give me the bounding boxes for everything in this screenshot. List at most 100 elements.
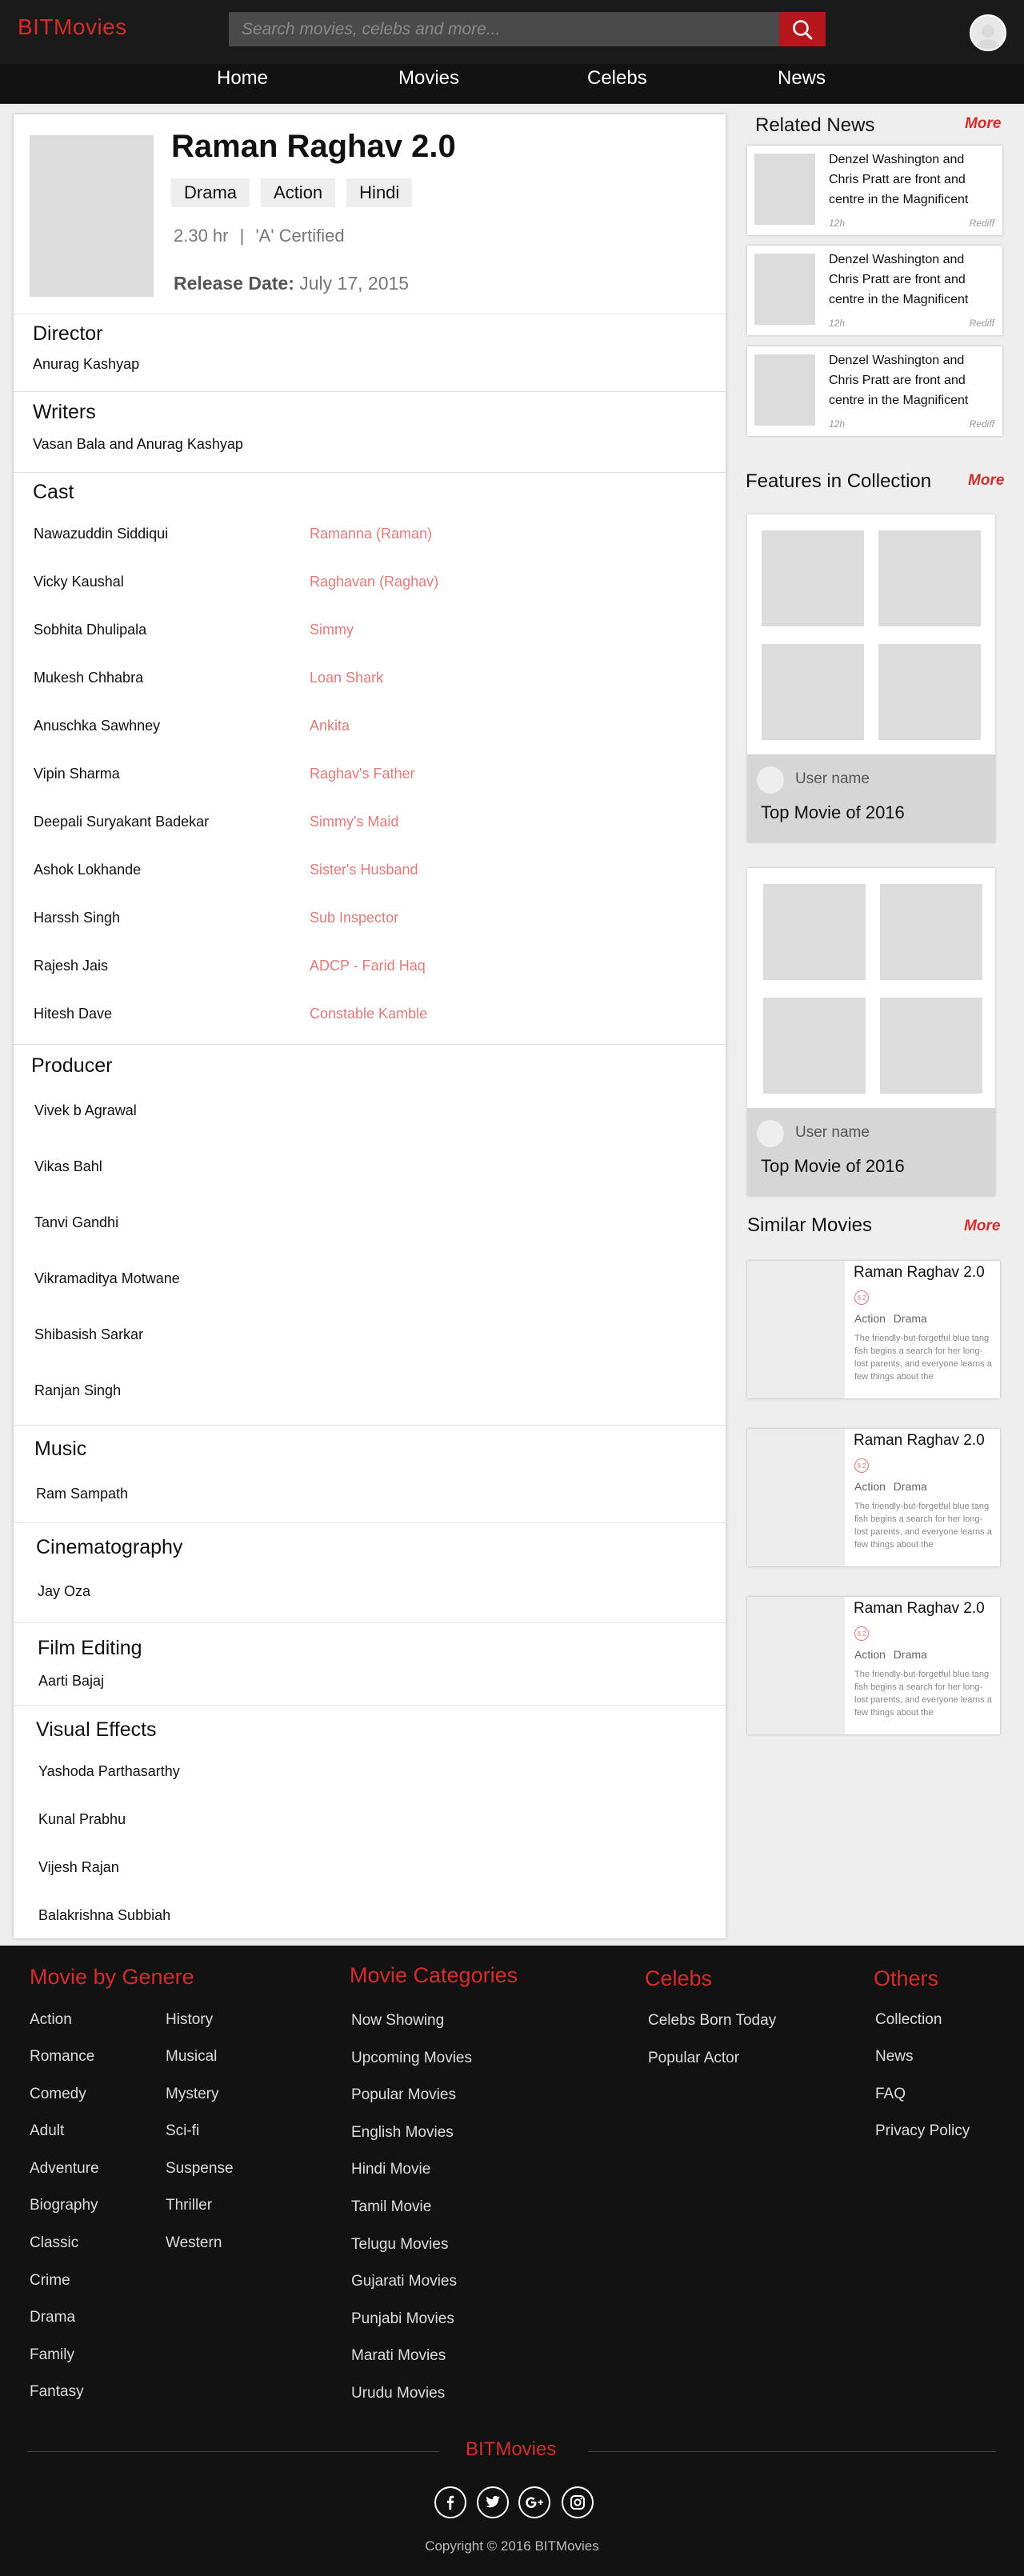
cast-actor[interactable]: Rajesh Jais bbox=[34, 958, 108, 974]
cast-role[interactable]: Raghav's Father bbox=[310, 766, 415, 782]
google-plus-icon[interactable] bbox=[518, 2486, 550, 2518]
collection-user-name[interactable]: User name bbox=[795, 1124, 870, 1142]
footer-category-link[interactable]: Upcoming Movies bbox=[351, 2050, 472, 2067]
footer-category-link[interactable]: Hindi Movie bbox=[351, 2161, 430, 2178]
cast-role[interactable]: Loan Shark bbox=[310, 670, 383, 686]
footer-genre-link[interactable]: Romance bbox=[30, 2048, 94, 2066]
footer-category-link[interactable]: Telugu Movies bbox=[351, 2236, 448, 2254]
footer-category-link[interactable]: Urudu Movies bbox=[351, 2385, 445, 2402]
footer-genre-link[interactable]: Western bbox=[166, 2234, 222, 2252]
collection-user-name[interactable]: User name bbox=[795, 770, 870, 788]
cast-actor[interactable]: Sobhita Dhulipala bbox=[34, 622, 146, 638]
director-name[interactable]: Anurag Kashyap bbox=[33, 356, 139, 373]
twitter-icon[interactable] bbox=[477, 2486, 509, 2518]
collection-card[interactable]: User name Top Movie of 2016 bbox=[747, 514, 995, 842]
footer-genre-link[interactable]: Thriller bbox=[166, 2197, 212, 2214]
footer-genre-link[interactable]: Musical bbox=[166, 2048, 217, 2066]
footer-others-link[interactable]: FAQ bbox=[875, 2086, 906, 2103]
site-logo[interactable]: BITMovies bbox=[18, 14, 127, 40]
similar-movies-more-link[interactable]: More bbox=[964, 1218, 1000, 1235]
footer-others-link[interactable]: News bbox=[875, 2048, 914, 2066]
cast-actor[interactable]: Mukesh Chhabra bbox=[34, 670, 143, 686]
footer-genre-link[interactable]: Fantasy bbox=[30, 2383, 84, 2401]
footer-category-link[interactable]: Tamil Movie bbox=[351, 2198, 431, 2216]
footer-celebs-link[interactable]: Celebs Born Today bbox=[648, 2012, 776, 2030]
producer-name[interactable]: Vivek b Agrawal bbox=[34, 1102, 137, 1119]
cast-actor[interactable]: Anuschka Sawhney bbox=[34, 718, 160, 734]
cast-actor[interactable]: Vicky Kaushal bbox=[34, 574, 124, 590]
cast-role[interactable]: Simmy bbox=[310, 622, 354, 638]
footer-genre-link[interactable]: History bbox=[166, 2011, 213, 2029]
genre-tag[interactable]: Action bbox=[261, 178, 336, 207]
cast-role[interactable]: Simmy's Maid bbox=[310, 814, 398, 830]
news-card[interactable]: Denzel Washington and Chris Pratt are fr… bbox=[747, 346, 1002, 436]
nav-news[interactable]: News bbox=[778, 67, 826, 90]
news-card[interactable]: Denzel Washington and Chris Pratt are fr… bbox=[747, 146, 1002, 235]
cast-role[interactable]: Sub Inspector bbox=[310, 910, 398, 926]
nav-celebs[interactable]: Celebs bbox=[587, 67, 647, 90]
cast-role[interactable]: Raghavan (Raghav) bbox=[310, 574, 438, 590]
cast-role[interactable]: Ramanna (Raman) bbox=[310, 526, 432, 542]
footer-genre-link[interactable]: Action bbox=[30, 2011, 72, 2029]
footer-category-link[interactable]: Popular Movies bbox=[351, 2086, 456, 2104]
footer-category-link[interactable]: Punjabi Movies bbox=[351, 2310, 454, 2328]
footer-genre-link[interactable]: Family bbox=[30, 2346, 74, 2364]
vfx-name[interactable]: Vijesh Rajan bbox=[38, 1859, 119, 1876]
footer-genre-link[interactable]: Sci-fi bbox=[166, 2122, 199, 2140]
vfx-name[interactable]: Kunal Prabhu bbox=[38, 1811, 126, 1828]
cast-actor[interactable]: Deepali Suryakant Badekar bbox=[34, 814, 209, 830]
footer-category-link[interactable]: Gujarati Movies bbox=[351, 2273, 457, 2290]
footer-category-link[interactable]: Now Showing bbox=[351, 2012, 444, 2030]
collection-more-link[interactable]: More bbox=[968, 472, 1004, 490]
cast-role[interactable]: Ankita bbox=[310, 718, 350, 734]
footer-genre-link[interactable]: Comedy bbox=[30, 2086, 86, 2103]
producer-name[interactable]: Shibasish Sarkar bbox=[34, 1326, 143, 1343]
cast-actor[interactable]: Nawazuddin Siddiqui bbox=[34, 526, 168, 542]
vfx-name[interactable]: Balakrishna Subbiah bbox=[38, 1907, 170, 1924]
footer-others-link[interactable]: Privacy Policy bbox=[875, 2122, 970, 2140]
cast-role[interactable]: ADCP - Farid Haq bbox=[310, 958, 426, 974]
music-name[interactable]: Ram Sampath bbox=[36, 1486, 128, 1502]
footer-celebs-link[interactable]: Popular Actor bbox=[648, 2050, 739, 2067]
genre-tag[interactable]: Hindi bbox=[346, 178, 413, 207]
search-input[interactable] bbox=[229, 12, 779, 46]
footer-others-link[interactable]: Collection bbox=[875, 2011, 942, 2029]
instagram-icon[interactable] bbox=[562, 2486, 594, 2518]
footer-genre-link[interactable]: Classic bbox=[30, 2234, 78, 2252]
cast-actor[interactable]: Vipin Sharma bbox=[34, 766, 120, 782]
similar-movie-card[interactable]: Raman Raghav 2.0 8.2 Action Drama The fr… bbox=[747, 1429, 1000, 1566]
footer-genre-link[interactable]: Adventure bbox=[30, 2160, 99, 2178]
cinematography-name[interactable]: Jay Oza bbox=[38, 1583, 90, 1600]
cast-actor[interactable]: Hitesh Dave bbox=[34, 1006, 112, 1022]
editing-name[interactable]: Aarti Bajaj bbox=[38, 1673, 104, 1690]
footer-genre-link[interactable]: Biography bbox=[30, 2197, 98, 2214]
user-avatar[interactable] bbox=[970, 14, 1006, 51]
producer-name[interactable]: Vikramaditya Motwane bbox=[34, 1270, 180, 1287]
cast-role[interactable]: Constable Kamble bbox=[310, 1006, 427, 1022]
producer-name[interactable]: Tanvi Gandhi bbox=[34, 1214, 118, 1231]
footer-genre-link[interactable]: Mystery bbox=[166, 2086, 219, 2103]
cast-actor[interactable]: Ashok Lokhande bbox=[34, 862, 141, 878]
similar-movie-card[interactable]: Raman Raghav 2.0 8.2 Action Drama The fr… bbox=[747, 1597, 1000, 1734]
footer-genre-link[interactable]: Suspense bbox=[166, 2160, 234, 2178]
nav-home[interactable]: Home bbox=[217, 67, 268, 90]
footer-genre-link[interactable]: Crime bbox=[30, 2272, 70, 2290]
similar-movie-card[interactable]: Raman Raghav 2.0 8.2 Action Drama The fr… bbox=[747, 1261, 1000, 1398]
collection-card[interactable]: User name Top Movie of 2016 bbox=[747, 868, 995, 1196]
footer-brand[interactable]: BITMovies bbox=[466, 2438, 556, 2461]
footer-genre-link[interactable]: Drama bbox=[30, 2309, 75, 2326]
footer-category-link[interactable]: English Movies bbox=[351, 2124, 454, 2142]
related-news-more-link[interactable]: More bbox=[965, 115, 1001, 133]
producer-name[interactable]: Ranjan Singh bbox=[34, 1382, 121, 1399]
genre-tag[interactable]: Drama bbox=[171, 178, 250, 207]
footer-category-link[interactable]: Marati Movies bbox=[351, 2347, 446, 2365]
footer-genre-link[interactable]: Adult bbox=[30, 2122, 64, 2140]
news-card[interactable]: Denzel Washington and Chris Pratt are fr… bbox=[747, 246, 1002, 335]
facebook-icon[interactable] bbox=[434, 2486, 466, 2518]
producer-name[interactable]: Vikas Bahl bbox=[34, 1158, 102, 1175]
nav-movies[interactable]: Movies bbox=[398, 67, 459, 90]
cast-role[interactable]: Sister's Husband bbox=[310, 862, 418, 878]
search-button[interactable] bbox=[779, 12, 826, 46]
vfx-name[interactable]: Yashoda Parthasarthy bbox=[38, 1763, 180, 1780]
cast-actor[interactable]: Harssh Singh bbox=[34, 910, 120, 926]
